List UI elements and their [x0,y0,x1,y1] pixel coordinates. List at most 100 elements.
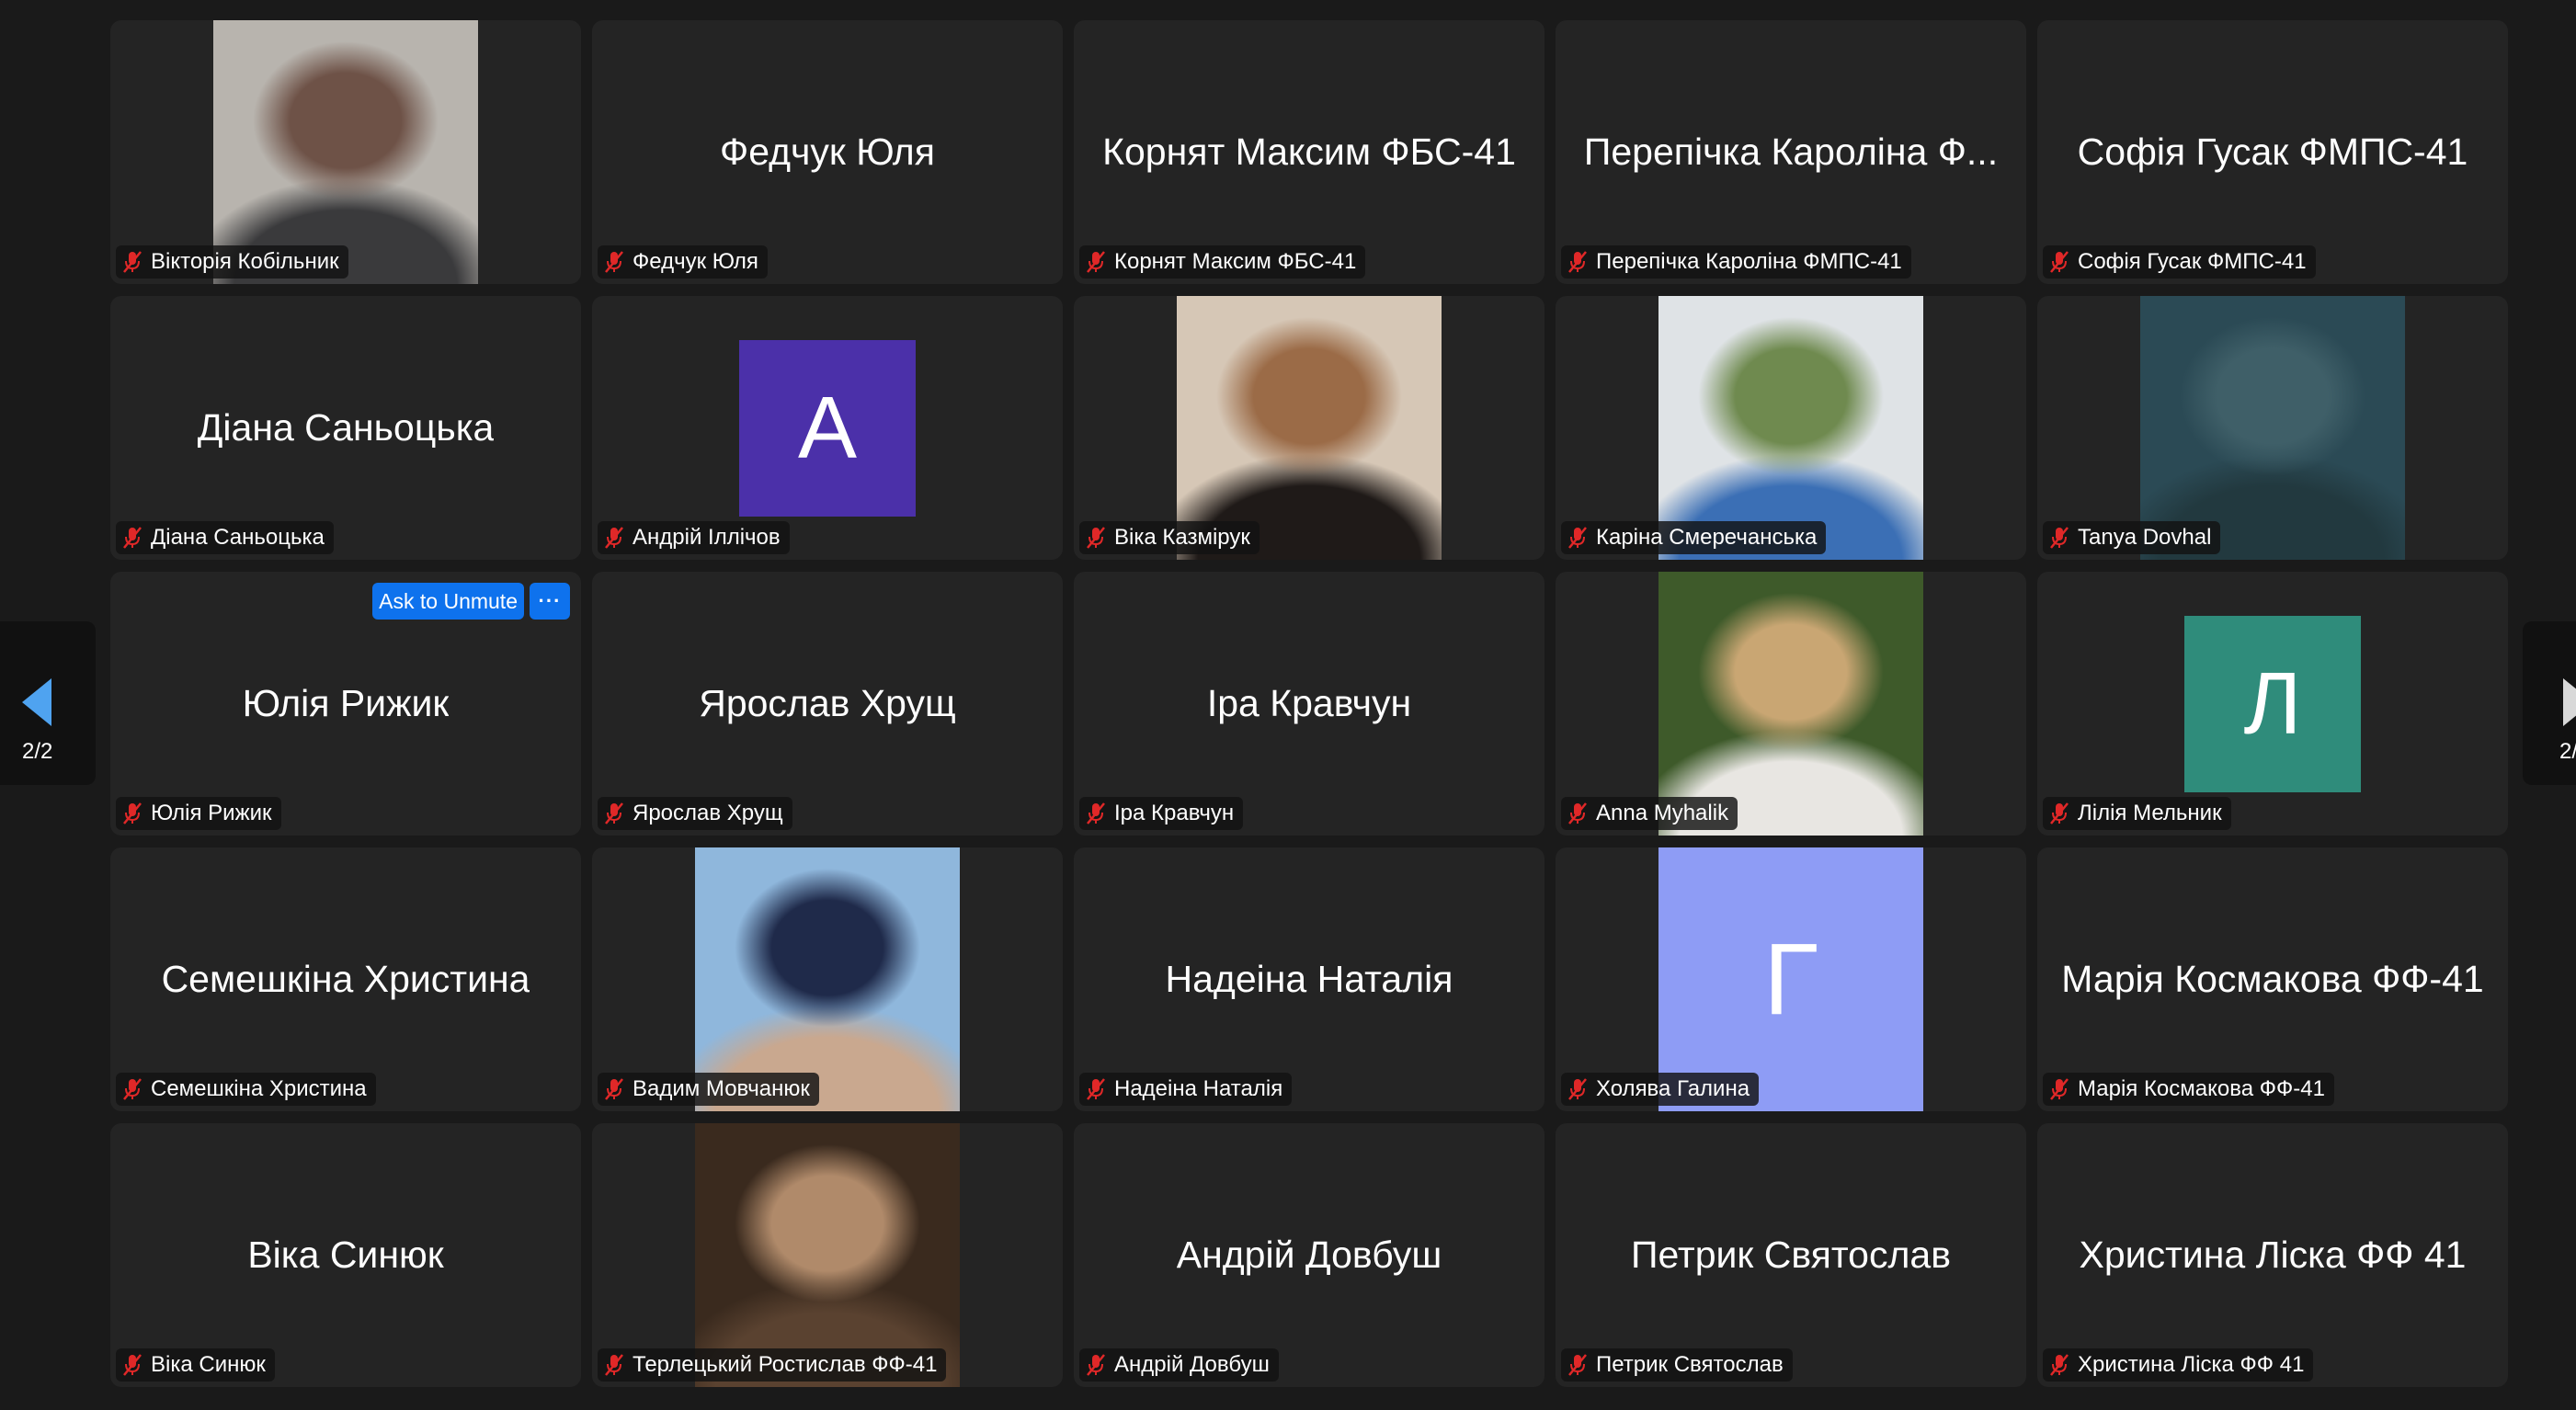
microphone-muted-icon [1567,526,1589,550]
participant-name-tag: Перепічка Кароліна ФМПС-41 [1561,245,1911,279]
microphone-muted-icon [121,1353,143,1377]
participant-display-name-text: Діана Саньоцька [197,406,495,449]
tile-hover-controls: Ask to Unmute ··· [372,583,570,620]
participant-display-name: Андрій Довбуш [1074,1123,1544,1387]
participant-tile[interactable]: Марія Космакова ФФ-41 Марія Космакова ФФ-… [2037,847,2508,1111]
previous-page-button[interactable]: 2/2 [0,621,96,785]
participant-name: Віка Синюк [151,1352,266,1377]
participant-tile[interactable]: Г Холява Галина [1556,847,2026,1111]
participant-name-tag: Діана Саньоцька [116,521,334,554]
avatar: Г [1658,847,1923,1111]
microphone-muted-icon [1085,526,1107,550]
participant-tile[interactable]: Софія Гусак ФМПС-41 Софія Гусак ФМПС-41 [2037,20,2508,284]
participant-name: Корнят Максим ФБС-41 [1114,249,1357,274]
microphone-muted-icon [1085,250,1107,274]
avatar: A [739,340,916,517]
participant-display-name-text: Софія Гусак ФМПС-41 [2077,131,2468,173]
participant-tile[interactable]: Віка Синюк Віка Синюк [110,1123,581,1387]
participant-tile[interactable]: Вікторія Кобільник [110,20,581,284]
microphone-muted-icon [121,802,143,825]
participant-name: Марія Космакова ФФ-41 [2078,1076,2325,1101]
page-indicator-right: 2/ [2559,739,2576,764]
participant-display-name-text: Марія Космакова ФФ-41 [2061,958,2484,1000]
participant-name: Холява Галина [1596,1076,1750,1101]
participant-display-name-text: Ярослав Хрущ [699,682,956,724]
participant-name-tag: Юлія Рижик [116,797,281,830]
participant-tile[interactable]: Семешкіна Христина Семешкіна Христина [110,847,581,1111]
participant-name-tag: Андрій Іллічов [598,521,790,554]
participant-tile[interactable]: Христина Ліска ФФ 41 Христина Ліска ФФ 41 [2037,1123,2508,1387]
microphone-muted-icon [603,250,625,274]
participant-name: Іра Кравчун [1114,801,1235,825]
participant-display-name: Перепічка Кароліна Ф... [1556,20,2026,284]
participant-tile[interactable]: Петрик Святослав Петрик Святослав [1556,1123,2026,1387]
participant-tile[interactable]: A Андрій Іллічов [592,296,1063,560]
participant-display-name-text: Федчук Юля [720,131,935,173]
participant-tile[interactable]: Федчук Юля Федчук Юля [592,20,1063,284]
participant-name: Софія Гусак ФМПС-41 [2078,249,2307,274]
participant-name: Юлія Рижик [151,801,272,825]
participant-name-tag: Андрій Довбуш [1079,1348,1279,1382]
participant-display-name-text: Корнят Максим ФБС-41 [1102,131,1516,173]
participant-display-name: Марія Космакова ФФ-41 [2037,847,2508,1111]
microphone-muted-icon [2048,526,2070,550]
participant-name: Лілія Мельник [2078,801,2222,825]
participant-display-name-text: Христина Ліска ФФ 41 [2079,1234,2467,1276]
microphone-muted-icon [603,802,625,825]
participant-name: Ярослав Хрущ [633,801,783,825]
participant-name: Каріна Смеречанська [1596,525,1818,550]
arrow-right-icon [2563,678,2576,726]
microphone-muted-icon [2048,250,2070,274]
participant-tile[interactable]: Віка Казмірук [1074,296,1544,560]
ask-to-unmute-button[interactable]: Ask to Unmute [372,583,524,620]
more-options-button[interactable]: ··· [530,583,570,620]
participant-tile[interactable]: Ярослав Хрущ Ярослав Хрущ [592,572,1063,836]
participant-tile[interactable]: Надеіна Наталія Надеіна Наталія [1074,847,1544,1111]
microphone-muted-icon [1567,1353,1589,1377]
participant-name: Вадим Мовчанюк [633,1076,810,1101]
participant-display-name: Іра Кравчун [1074,572,1544,836]
participant-name: Віка Казмірук [1114,525,1250,550]
next-page-button[interactable]: 2/ [2523,621,2576,785]
participant-name-tag: Христина Ліска ФФ 41 [2043,1348,2314,1382]
microphone-muted-icon [603,1353,625,1377]
participant-tile[interactable]: Терлецький Ростислав ФФ-41 [592,1123,1063,1387]
participant-name-tag: Корнят Максим ФБС-41 [1079,245,1366,279]
participant-tile[interactable]: Юлія Рижик Ask to Unmute ··· Юлія Рижик [110,572,581,836]
microphone-muted-icon [121,1077,143,1101]
participant-name: Петрик Святослав [1596,1352,1784,1377]
microphone-muted-icon [603,526,625,550]
participant-name-tag: Tanya Dovhal [2043,521,2221,554]
participant-video [1177,296,1442,560]
participant-name: Терлецький Ростислав ФФ-41 [633,1352,938,1377]
participant-tile[interactable]: Вадим Мовчанюк [592,847,1063,1111]
microphone-muted-icon [2048,802,2070,825]
participant-name: Діана Саньоцька [151,525,325,550]
participant-tile[interactable]: Л Лілія Мельник [2037,572,2508,836]
microphone-muted-icon [603,1077,625,1101]
participant-name-tag: Холява Галина [1561,1073,1760,1106]
microphone-muted-icon [1085,1077,1107,1101]
participant-tile[interactable]: Корнят Максим ФБС-41 Корнят Максим ФБС-41 [1074,20,1544,284]
participant-name: Вікторія Кобільник [151,249,339,274]
participant-tile[interactable]: Іра Кравчун Іра Кравчун [1074,572,1544,836]
participant-name-tag: Іра Кравчун [1079,797,1244,830]
participant-display-name-text: Надеіна Наталія [1165,958,1453,1000]
participant-tile[interactable]: Каріна Смеречанська [1556,296,2026,560]
participant-name: Христина Ліска ФФ 41 [2078,1352,2305,1377]
participant-tile[interactable]: Андрій Довбуш Андрій Довбуш [1074,1123,1544,1387]
page-indicator-left: 2/2 [22,739,53,764]
microphone-muted-icon [121,250,143,274]
participant-name-tag: Терлецький Ростислав ФФ-41 [598,1348,947,1382]
participant-video [695,1123,960,1387]
participant-tile[interactable]: Діана Саньоцька Діана Саньоцька [110,296,581,560]
participant-tile[interactable]: Tanya Dovhal [2037,296,2508,560]
participant-name: Перепічка Кароліна ФМПС-41 [1596,249,1902,274]
participant-tile[interactable]: Anna Myhalik [1556,572,2026,836]
participant-tile[interactable]: Перепічка Кароліна Ф... Перепічка Каролін… [1556,20,2026,284]
participant-video [1658,572,1923,836]
avatar: Л [2184,616,2361,792]
participant-name-tag: Петрик Святослав [1561,1348,1793,1382]
participant-name: Anna Myhalik [1596,801,1729,825]
participant-display-name-text: Іра Кравчун [1206,682,1412,724]
